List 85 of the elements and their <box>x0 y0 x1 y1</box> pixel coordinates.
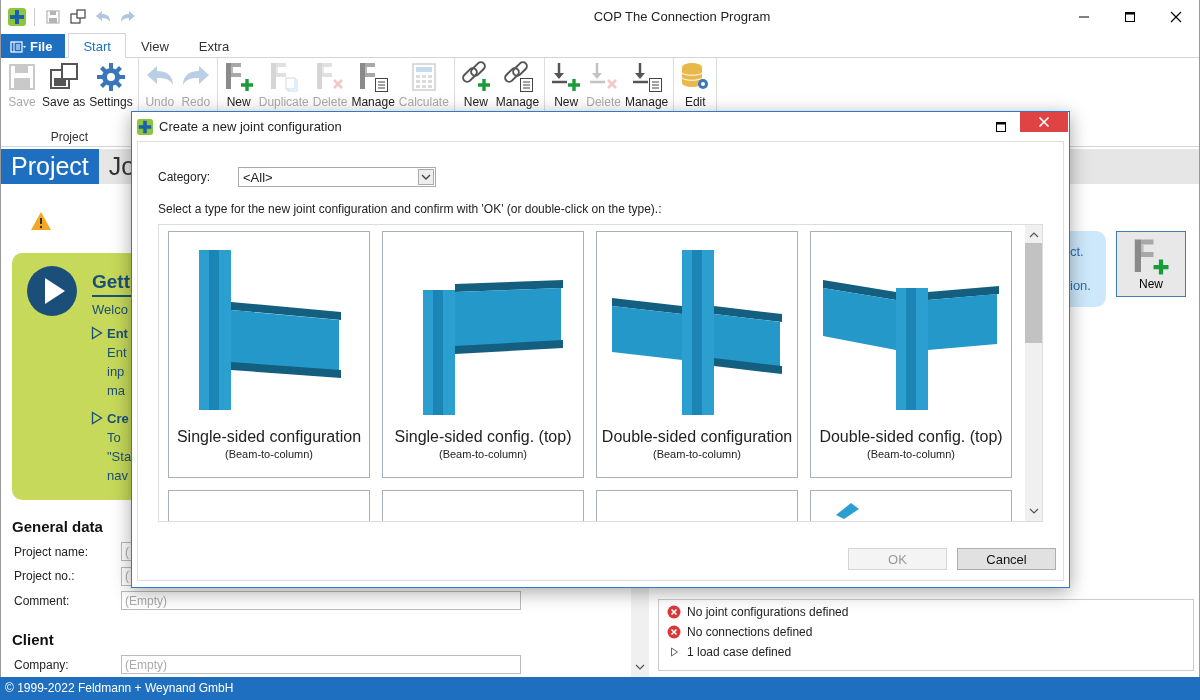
dialog-button[interactable]: Cancel <box>957 548 1056 570</box>
joint-type-tile[interactable]: Single-sided config. (top) (Beam-to-column) <box>382 231 584 478</box>
dialog-title: Create a new joint configuration <box>159 119 343 134</box>
close-icon <box>1038 116 1050 128</box>
chain-list-icon <box>501 61 534 93</box>
save-icon <box>6 61 38 93</box>
ribbon-button[interactable]: Save as <box>40 61 88 110</box>
chevron-down-icon <box>421 173 431 181</box>
ribbon-button[interactable]: Manage <box>493 61 542 110</box>
card-text: To <box>107 429 122 447</box>
ribbon-button[interactable]: New <box>548 61 585 110</box>
card-text: "Sta <box>107 448 132 466</box>
settings-icon <box>95 61 128 93</box>
maximize-icon <box>1123 9 1137 24</box>
field-label: Comment: <box>14 594 71 608</box>
file-menu-button[interactable]: File <box>1 34 66 58</box>
card-text: nav <box>107 467 129 485</box>
joint-type-tile[interactable]: Double-sided configuration (Beam-to-column) <box>596 231 798 478</box>
ribbon-button[interactable]: Manage <box>622 61 671 110</box>
category-label: Category: <box>158 170 212 184</box>
tile-subtitle: (Beam-to-column) <box>867 448 955 460</box>
arrow-list-icon <box>630 61 663 93</box>
chevron-down-icon <box>1028 507 1039 515</box>
ribbon-tab[interactable]: Extra <box>183 34 245 58</box>
app-logo-icon <box>8 7 26 26</box>
chevron-down-icon <box>635 663 645 671</box>
ribbon-tab[interactable]: Start <box>68 33 126 58</box>
card-text: Ent <box>107 344 128 362</box>
tile-subtitle: (Beam-to-column) <box>225 448 313 460</box>
chain-plus-icon <box>459 61 492 93</box>
section-heading: Client <box>12 631 55 649</box>
card-text: ma <box>107 382 127 400</box>
tile-subtitle: (Beam-to-column) <box>439 448 527 460</box>
new-button[interactable]: New <box>1116 231 1186 297</box>
minimize-icon <box>1079 15 1089 18</box>
card-text: Welco <box>92 302 129 317</box>
ribbon-button[interactable]: Manage <box>349 61 397 110</box>
ribbon-button[interactable]: New <box>457 61 494 110</box>
info-text: ct. <box>1070 243 1085 261</box>
joint-type-tile[interactable]: Double-sided config. (top) (Beam-to-column) <box>810 231 1012 478</box>
card-subheading: Cre <box>107 410 130 428</box>
status-message: 1 load case defined <box>687 645 792 659</box>
section-heading: General data <box>12 518 104 536</box>
triangle-icon <box>91 411 103 425</box>
arrow-plus-icon <box>550 61 583 93</box>
category-dropdown[interactable]: <All> <box>238 167 436 187</box>
joint-type-tile[interactable]: Single-sided configuration (Beam-to-column) <box>168 231 370 478</box>
info-text: ion. <box>1070 277 1092 295</box>
status-message: No connections defined <box>687 625 813 639</box>
scrollbar[interactable] <box>1025 225 1042 521</box>
status-message: No joint configurations defined <box>687 605 849 619</box>
error-icon <box>667 605 681 619</box>
app-logo-icon <box>137 118 153 135</box>
ribbon-button[interactable]: Edit <box>677 61 714 110</box>
ribbon-button[interactable]: New <box>220 61 257 110</box>
error-icon <box>667 625 681 639</box>
card-subheading: Ent <box>107 325 128 343</box>
status-bar: © 1999-2022 Feldmann + Weynand GmbH <box>0 677 1200 700</box>
ribbon-tab[interactable]: View <box>125 34 184 58</box>
tile-title: Single-sided configuration <box>175 427 363 447</box>
play-icon <box>26 265 78 317</box>
instruction-text: Select a type for the new joint configuration and confirm with 'OK' (or double-click on the type).: <box>158 202 663 216</box>
tile-title: Double-sided configuration <box>600 427 794 447</box>
triangle-icon <box>91 326 103 340</box>
menu-icon <box>10 40 26 53</box>
windows-icon[interactable] <box>68 6 88 27</box>
card-text: inp <box>107 363 126 381</box>
close-icon <box>1169 9 1183 24</box>
field-label: Project no.: <box>14 569 76 584</box>
ribbon-button[interactable]: Settings <box>87 61 135 110</box>
tile-subtitle: (Beam-to-column) <box>653 448 741 460</box>
input-field[interactable]: (Empty) <box>121 591 521 611</box>
tile-title: Single-sided config. (top) <box>393 427 573 447</box>
ribbon-group-label: Project <box>50 130 89 146</box>
chevron-up-icon <box>1028 231 1039 239</box>
tile-title: Double-sided config. (top) <box>818 427 1004 447</box>
warning-icon <box>30 211 52 231</box>
field-label: Project name: <box>14 544 90 559</box>
column-list-icon <box>357 61 390 93</box>
input-field[interactable]: (Empty) <box>121 655 521 675</box>
steel-joint-drawing <box>836 503 859 519</box>
field-label: Company: <box>14 657 70 672</box>
maximize-icon <box>995 120 1007 133</box>
page-tab[interactable]: Project <box>1 149 99 184</box>
window-title: COP The Connection Program <box>592 9 772 24</box>
